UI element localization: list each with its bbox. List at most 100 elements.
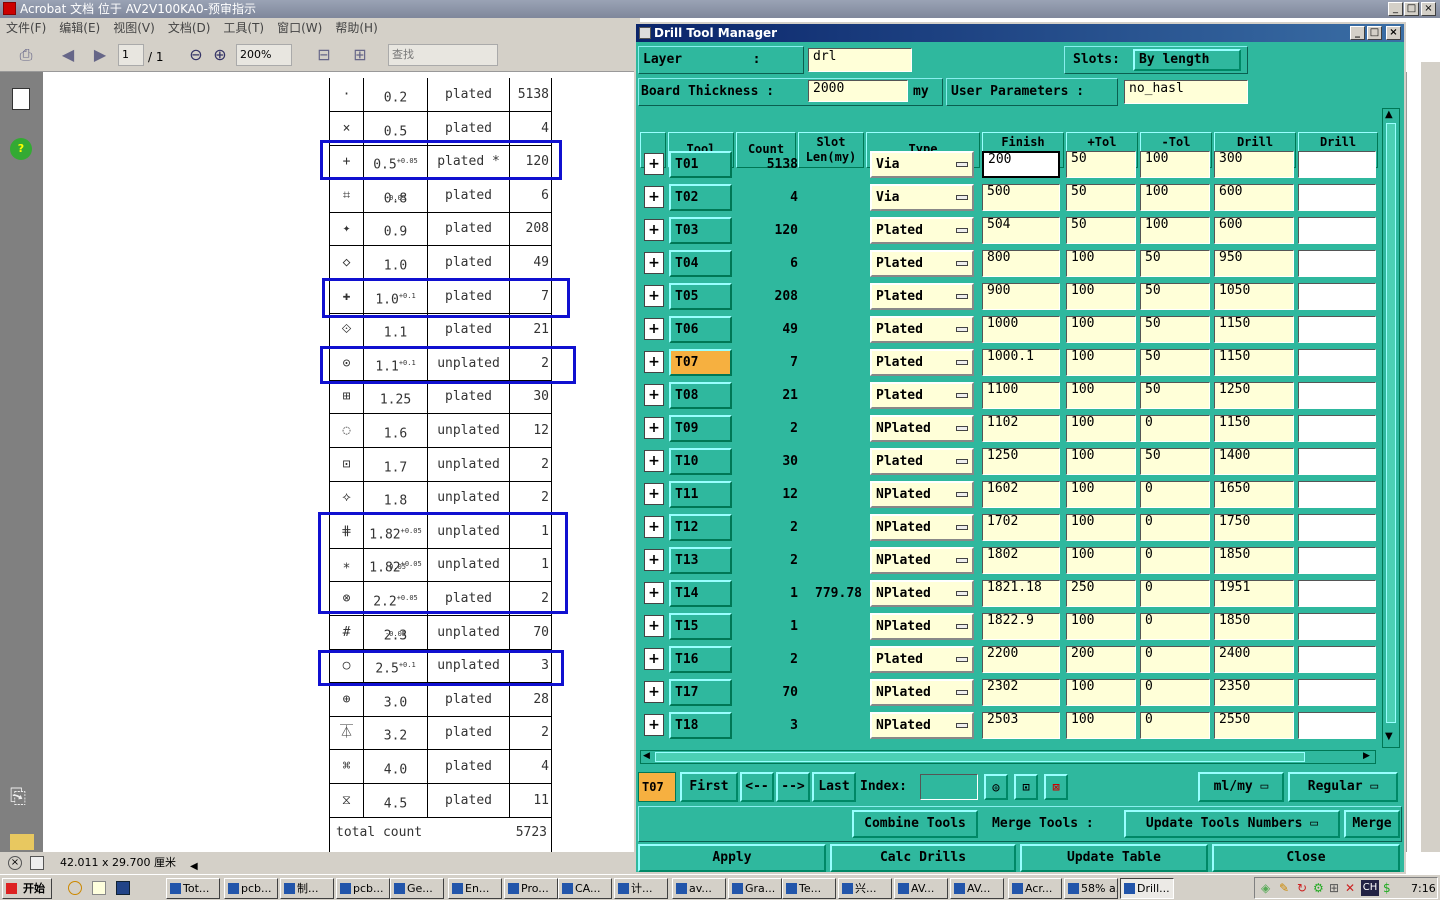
drill-close-icon[interactable]: × [1386, 26, 1401, 40]
start-button[interactable]: 开始 [2, 878, 52, 899]
maximize-icon[interactable]: □ [1404, 2, 1419, 16]
finish-size-input[interactable]: 1102 [982, 415, 1060, 442]
plus-tol-input[interactable]: 100 [1066, 283, 1136, 310]
plus-tol-input[interactable]: 100 [1066, 547, 1136, 574]
finish-size-input[interactable]: 900 [982, 283, 1060, 310]
taskbar-item[interactable]: pcb... [224, 878, 278, 899]
menu-tools[interactable]: 工具(T) [223, 18, 264, 38]
expand-icon[interactable]: + [644, 648, 664, 670]
tool-button[interactable]: T13 [669, 547, 732, 574]
combine-tools-button[interactable]: Combine Tools [852, 810, 978, 838]
background-scrollbar[interactable] [1421, 62, 1440, 852]
finish-size-input[interactable]: 800 [982, 250, 1060, 277]
finish-size-input[interactable]: 1100 [982, 382, 1060, 409]
tool-type-select[interactable]: Plated [870, 448, 974, 475]
drill-size-input[interactable]: 1850 [1214, 547, 1294, 574]
drill-des-input[interactable] [1298, 217, 1376, 244]
taskbar-item[interactable]: Tot... [166, 878, 220, 899]
finish-size-input[interactable]: 2302 [982, 679, 1060, 706]
minus-tol-input[interactable]: 0 [1140, 679, 1210, 706]
minus-tol-input[interactable]: 50 [1140, 382, 1210, 409]
merge-option-select[interactable]: Update Tools Numbers ▭ [1124, 810, 1340, 838]
drill-size-input[interactable]: 1400 [1214, 448, 1294, 475]
tray-pencil-icon[interactable]: ✎ [1279, 881, 1289, 895]
plus-tol-input[interactable]: 100 [1066, 712, 1136, 739]
tool-type-select[interactable]: Plated [870, 382, 974, 409]
drill-des-input[interactable] [1298, 712, 1376, 739]
finish-size-input[interactable]: 504 [982, 217, 1060, 244]
thickness-input[interactable]: 2000 [808, 80, 908, 102]
drill-des-input[interactable] [1298, 415, 1376, 442]
quick-launch-app-icon[interactable] [116, 881, 130, 895]
drill-minimize-icon[interactable]: _ [1350, 26, 1365, 40]
tray-network-icon[interactable]: ◈ [1261, 881, 1270, 895]
tool-type-select[interactable]: NPlated [870, 481, 974, 508]
drill-size-input[interactable]: 1150 [1214, 316, 1294, 343]
finish-size-input[interactable]: 1000 [982, 316, 1060, 343]
menu-file[interactable]: 文件(F) [6, 18, 46, 38]
tray-close-icon[interactable]: ✕ [1345, 881, 1355, 895]
drill-size-input[interactable]: 2350 [1214, 679, 1294, 706]
taskbar-item[interactable]: Te... [782, 878, 836, 899]
tool-button[interactable]: T01 [669, 151, 732, 178]
tool-type-select[interactable]: NPlated [870, 415, 974, 442]
tray-gear-icon[interactable]: ⚙ [1313, 881, 1324, 895]
drill-size-input[interactable]: 1050 [1214, 283, 1294, 310]
drill-size-input[interactable]: 950 [1214, 250, 1294, 277]
tool-button[interactable]: T04 [669, 250, 732, 277]
expand-icon[interactable]: + [644, 153, 664, 175]
tool-type-select[interactable]: NPlated [870, 547, 974, 574]
minus-tol-input[interactable]: 50 [1140, 448, 1210, 475]
minus-tol-input[interactable]: 50 [1140, 316, 1210, 343]
fit-page-icon[interactable]: ⊟ [314, 45, 334, 65]
tool-button[interactable]: T15 [669, 613, 732, 640]
plus-tol-input[interactable]: 100 [1066, 514, 1136, 541]
plus-tol-input[interactable]: 100 [1066, 415, 1136, 442]
minus-tol-input[interactable]: 50 [1140, 283, 1210, 310]
finish-size-input[interactable]: 1000.1 [982, 349, 1060, 376]
zoom-select[interactable]: 200% [236, 44, 292, 66]
drill-des-input[interactable] [1298, 547, 1376, 574]
drill-des-input[interactable] [1298, 481, 1376, 508]
expand-icon[interactable]: + [644, 483, 664, 505]
tray-tool-icon[interactable]: ⊞ [1329, 881, 1339, 895]
minus-tol-input[interactable]: 0 [1140, 712, 1210, 739]
finish-size-input[interactable]: 1821.18 [982, 580, 1060, 607]
drill-des-input[interactable] [1298, 613, 1376, 640]
finish-size-input[interactable]: 1602 [982, 481, 1060, 508]
zoom-in-icon[interactable]: ⊕ [210, 45, 230, 65]
plus-tol-input[interactable]: 250 [1066, 580, 1136, 607]
merge-button[interactable]: Merge [1344, 810, 1400, 838]
finish-size-input[interactable]: 2200 [982, 646, 1060, 673]
drill-size-input[interactable]: 600 [1214, 184, 1294, 211]
expand-icon[interactable]: + [644, 714, 664, 736]
finish-size-input[interactable]: 500 [982, 184, 1060, 211]
finish-size-input[interactable]: 1702 [982, 514, 1060, 541]
close-pane-icon[interactable]: × [8, 856, 22, 870]
drill-des-input[interactable] [1298, 316, 1376, 343]
taskbar-item[interactable]: 兴... [838, 878, 892, 899]
expand-icon[interactable]: + [644, 582, 664, 604]
index-input[interactable] [920, 774, 978, 800]
finish-size-input[interactable]: 1822.9 [982, 613, 1060, 640]
drill-size-input[interactable]: 1250 [1214, 382, 1294, 409]
scroll-up-icon[interactable]: ▲ [1385, 109, 1393, 120]
tool-type-select[interactable]: NPlated [870, 679, 974, 706]
help-icon[interactable]: ? [10, 138, 32, 160]
tool-button[interactable]: T11 [669, 481, 732, 508]
horizontal-scrollbar[interactable]: ◀ ▶ [640, 750, 1376, 764]
plus-tol-input[interactable]: 100 [1066, 448, 1136, 475]
last-button[interactable]: Last [812, 772, 856, 802]
delete-icon[interactable]: ⊠ [1044, 774, 1068, 800]
plus-tol-input[interactable]: 50 [1066, 151, 1136, 178]
finish-size-input[interactable]: 1250 [982, 448, 1060, 475]
taskbar-item[interactable]: pcb... [336, 878, 390, 899]
minus-tol-input[interactable]: 0 [1140, 580, 1210, 607]
tool-type-select[interactable]: Plated [870, 646, 974, 673]
close-button[interactable]: Close [1212, 844, 1400, 872]
minus-tol-input[interactable]: 0 [1140, 613, 1210, 640]
update-table-button[interactable]: Update Table [1020, 844, 1208, 872]
taskbar-item[interactable]: En... [448, 878, 502, 899]
drill-size-input[interactable]: 300 [1214, 151, 1294, 178]
expand-icon[interactable]: + [644, 384, 664, 406]
